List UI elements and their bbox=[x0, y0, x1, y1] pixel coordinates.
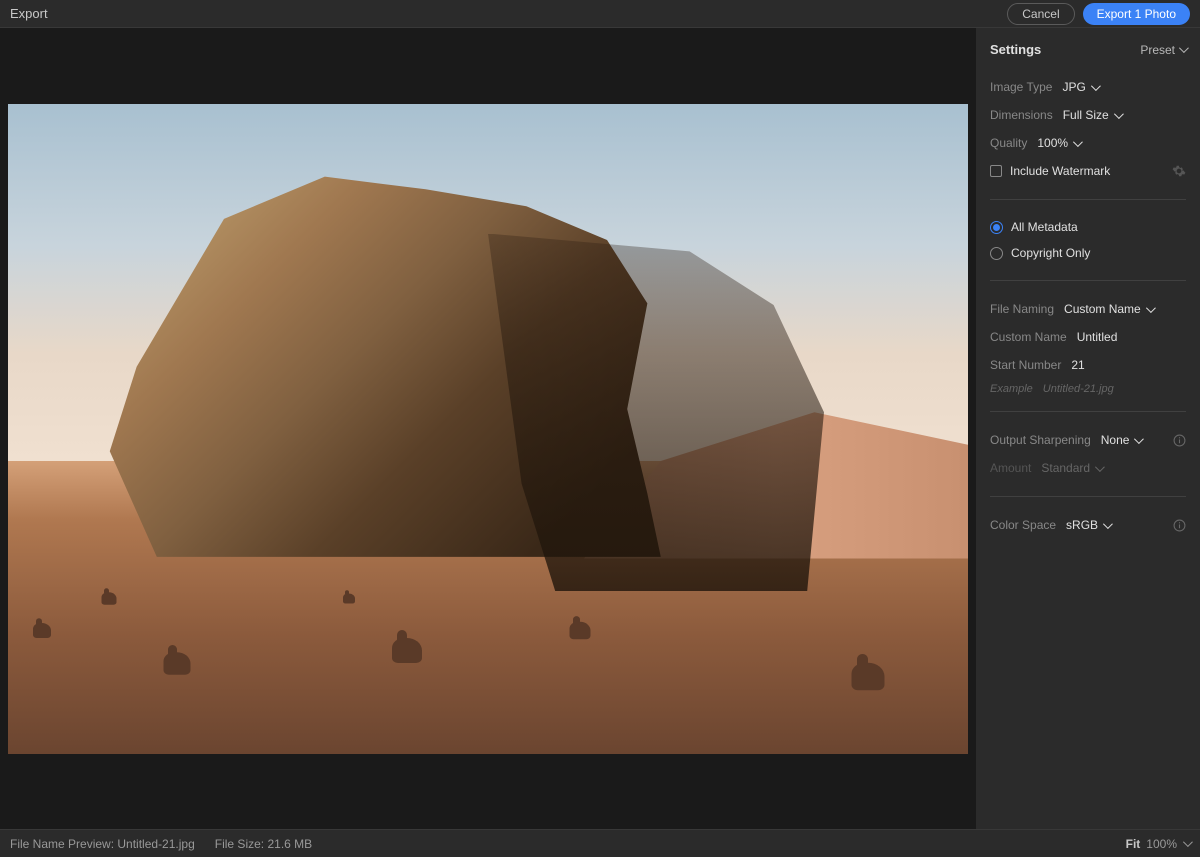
chevron-down-icon bbox=[1146, 303, 1156, 313]
watermark-checkbox[interactable] bbox=[990, 165, 1002, 177]
photo-preview[interactable] bbox=[8, 104, 968, 754]
chevron-down-icon bbox=[1073, 137, 1083, 147]
watermark-row: Include Watermark bbox=[990, 159, 1186, 183]
chevron-down-icon bbox=[1183, 837, 1193, 847]
start-number-label: Start Number bbox=[990, 358, 1061, 372]
settings-panel: Settings Preset Image Type JPG Dimension… bbox=[976, 28, 1200, 829]
chevron-down-icon bbox=[1114, 109, 1124, 119]
info-icon[interactable] bbox=[1173, 519, 1186, 532]
metadata-all-radio[interactable] bbox=[990, 221, 1003, 234]
amount-dropdown: Standard bbox=[1041, 461, 1102, 475]
file-naming-dropdown[interactable]: Custom Name bbox=[1064, 302, 1153, 316]
sharpening-label: Output Sharpening bbox=[990, 433, 1091, 447]
sharpening-row: Output Sharpening None bbox=[990, 428, 1186, 452]
cancel-button[interactable]: Cancel bbox=[1007, 3, 1074, 25]
color-space-label: Color Space bbox=[990, 518, 1056, 532]
header-bar: Export Cancel Export 1 Photo bbox=[0, 0, 1200, 28]
settings-title: Settings bbox=[990, 42, 1041, 57]
file-preview: File Name Preview: Untitled-21.jpg bbox=[10, 837, 195, 851]
dimensions-row: Dimensions Full Size bbox=[990, 103, 1186, 127]
file-size: File Size: 21.6 MB bbox=[215, 837, 312, 851]
footer-bar: File Name Preview: Untitled-21.jpg File … bbox=[0, 829, 1200, 857]
image-type-row: Image Type JPG bbox=[990, 75, 1186, 99]
image-type-dropdown[interactable]: JPG bbox=[1062, 80, 1097, 94]
metadata-copyright-label: Copyright Only bbox=[1011, 246, 1090, 260]
info-icon[interactable] bbox=[1173, 434, 1186, 447]
amount-row: Amount Standard bbox=[990, 456, 1186, 480]
metadata-copyright-row[interactable]: Copyright Only bbox=[990, 242, 1186, 264]
file-naming-label: File Naming bbox=[990, 302, 1054, 316]
image-type-label: Image Type bbox=[990, 80, 1052, 94]
dimensions-label: Dimensions bbox=[990, 108, 1053, 122]
chevron-down-icon bbox=[1095, 462, 1105, 472]
main-area: Settings Preset Image Type JPG Dimension… bbox=[0, 28, 1200, 829]
quality-dropdown[interactable]: 100% bbox=[1037, 136, 1080, 150]
example-value: Untitled-21.jpg bbox=[1043, 383, 1114, 395]
chevron-down-icon bbox=[1091, 81, 1101, 91]
divider bbox=[990, 280, 1186, 281]
metadata-all-row[interactable]: All Metadata bbox=[990, 216, 1186, 238]
dimensions-dropdown[interactable]: Full Size bbox=[1063, 108, 1121, 122]
preset-dropdown[interactable]: Preset bbox=[1140, 43, 1186, 57]
example-row: Example Untitled-21.jpg bbox=[990, 383, 1186, 395]
divider bbox=[990, 199, 1186, 200]
metadata-all-label: All Metadata bbox=[1011, 220, 1078, 234]
chevron-down-icon bbox=[1103, 519, 1113, 529]
window-title: Export bbox=[10, 6, 48, 21]
custom-name-input[interactable] bbox=[1077, 330, 1177, 344]
chevron-down-icon bbox=[1134, 434, 1144, 444]
custom-name-label: Custom Name bbox=[990, 330, 1067, 344]
color-space-row: Color Space sRGB bbox=[990, 513, 1186, 537]
file-naming-row: File Naming Custom Name bbox=[990, 297, 1186, 321]
start-number-input[interactable] bbox=[1071, 358, 1171, 372]
custom-name-row: Custom Name bbox=[990, 325, 1186, 349]
sharpening-dropdown[interactable]: None bbox=[1101, 433, 1142, 447]
header-buttons: Cancel Export 1 Photo bbox=[1007, 3, 1190, 25]
chevron-down-icon bbox=[1179, 43, 1189, 53]
export-button[interactable]: Export 1 Photo bbox=[1083, 3, 1190, 25]
zoom-value: 100% bbox=[1146, 837, 1177, 851]
quality-row: Quality 100% bbox=[990, 131, 1186, 155]
quality-label: Quality bbox=[990, 136, 1027, 150]
color-space-dropdown[interactable]: sRGB bbox=[1066, 518, 1110, 532]
zoom-control[interactable]: Fit 100% bbox=[1126, 837, 1190, 851]
watermark-label: Include Watermark bbox=[1010, 164, 1110, 178]
preview-area bbox=[0, 28, 976, 829]
fit-label: Fit bbox=[1126, 837, 1141, 851]
gear-icon[interactable] bbox=[1172, 164, 1186, 178]
metadata-copyright-radio[interactable] bbox=[990, 247, 1003, 260]
example-label: Example bbox=[990, 383, 1033, 395]
divider bbox=[990, 496, 1186, 497]
preset-label: Preset bbox=[1140, 43, 1175, 57]
settings-header: Settings Preset bbox=[990, 42, 1186, 57]
amount-label: Amount bbox=[990, 461, 1031, 475]
divider bbox=[990, 411, 1186, 412]
start-number-row: Start Number bbox=[990, 353, 1186, 377]
